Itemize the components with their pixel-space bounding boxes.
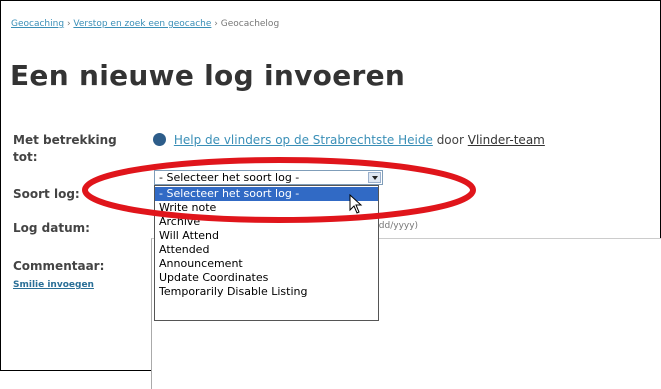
globe-icon <box>153 133 166 146</box>
breadcrumb: Geocaching › Verstop en zoek een geocach… <box>11 19 279 29</box>
insert-smilie-link[interactable]: Smilie invoegen <box>13 280 94 290</box>
owner-link[interactable]: Vlinder-team <box>468 133 545 147</box>
log-type-option[interactable]: Write note <box>155 201 378 215</box>
log-date-label: Log datum: <box>13 221 90 235</box>
mouse-cursor-icon <box>349 194 363 214</box>
log-type-option[interactable]: Will Attend <box>155 229 378 243</box>
cache-name-link[interactable]: Help de vlinders op de Strabrechtste Hei… <box>174 133 433 147</box>
cache-reference: Help de vlinders op de Strabrechtste Hei… <box>153 132 545 149</box>
log-type-dropdown-list: - Selecteer het soort log - Write note A… <box>154 185 379 321</box>
log-type-option[interactable]: Attended <box>155 243 378 257</box>
breadcrumb-geocaching-link[interactable]: Geocaching <box>11 19 64 29</box>
page-title: Een nieuwe log invoeren <box>10 59 406 92</box>
by-text: door <box>436 133 464 147</box>
chevron-down-icon[interactable] <box>368 172 381 183</box>
log-type-select[interactable]: - Selecteer het soort log - <box>154 170 383 185</box>
log-type-label: Soort log: <box>13 187 80 201</box>
breadcrumb-hide-seek-link[interactable]: Verstop en zoek een geocache <box>73 19 211 29</box>
log-type-option[interactable]: Temporarily Disable Listing <box>155 285 378 299</box>
breadcrumb-current: Geocachelog <box>220 19 280 29</box>
breadcrumb-separator: › <box>66 19 71 29</box>
relates-to-label: Met betrekking tot: <box>13 133 117 164</box>
log-type-select-value: - Selecteer het soort log - <box>159 171 300 184</box>
log-type-option[interactable]: - Selecteer het soort log - <box>155 187 378 201</box>
log-type-option[interactable]: Announcement <box>155 257 378 271</box>
comment-label: Commentaar: <box>13 259 105 273</box>
log-type-option[interactable]: Update Coordinates <box>155 271 378 285</box>
log-type-option[interactable]: Archive <box>155 215 378 229</box>
breadcrumb-separator: › <box>214 19 218 29</box>
